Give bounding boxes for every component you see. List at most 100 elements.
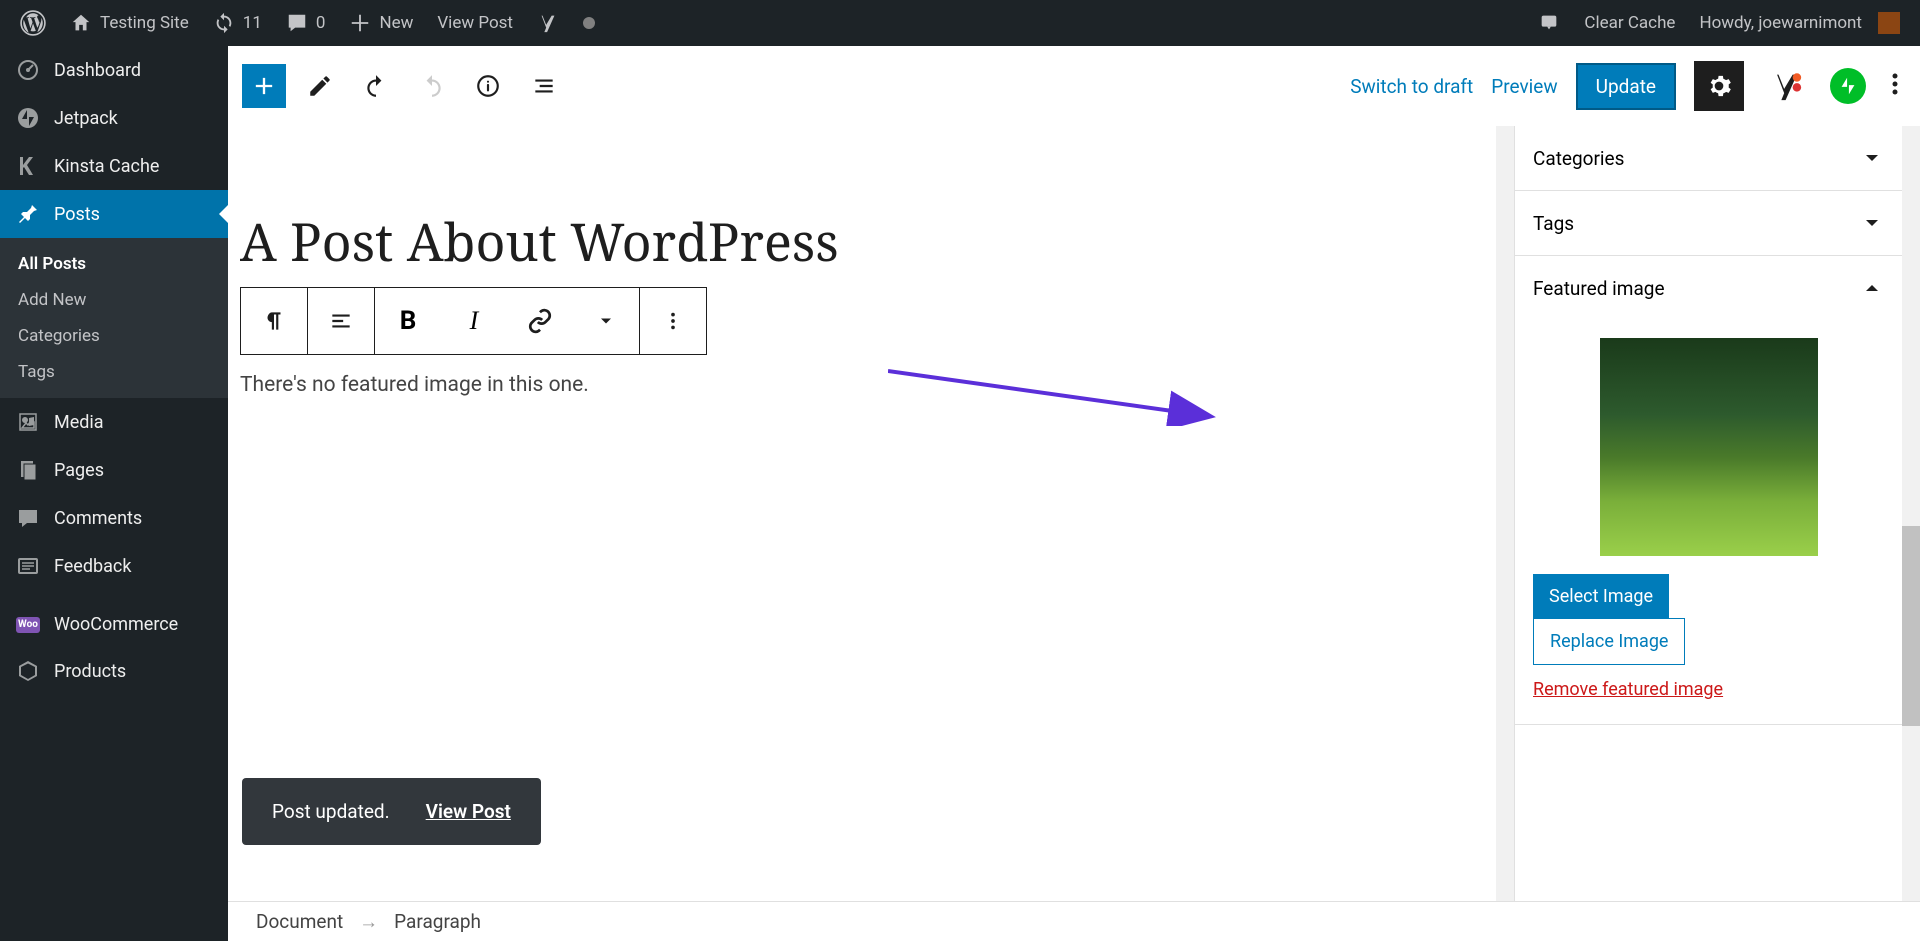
snackbar-notice: Post updated. View Post (242, 778, 541, 845)
featured-image-thumbnail[interactable] (1600, 338, 1818, 556)
jetpack-button[interactable] (1830, 68, 1866, 104)
block-type-button[interactable] (241, 288, 307, 354)
replace-image-button[interactable]: Replace Image (1533, 618, 1685, 665)
sidebar-item-comments[interactable]: Comments (0, 494, 228, 542)
breadcrumb-document[interactable]: Document (256, 910, 343, 933)
new-label: New (379, 13, 413, 33)
categories-panel-toggle[interactable]: Categories (1515, 126, 1902, 190)
sidebar-item-pages[interactable]: Pages (0, 446, 228, 494)
howdy-text: Howdy, joewarnimont (1699, 13, 1862, 33)
more-vertical-icon (1892, 71, 1898, 97)
link-icon (527, 308, 553, 334)
new-content-menu[interactable]: New (337, 0, 425, 46)
admin-bar: Testing Site 11 0 New View Post Clear Ca… (0, 0, 1920, 46)
editor-canvas[interactable]: A Post About WordPress B I (228, 126, 1496, 901)
sidebar-item-label: Comments (54, 508, 142, 529)
featured-image-panel-body: Select Image Replace Image Remove featur… (1515, 320, 1902, 724)
block-breadcrumb: Document → Paragraph (228, 901, 1920, 941)
link-button[interactable] (507, 288, 573, 354)
featured-image-panel-toggle[interactable]: Featured image (1515, 256, 1902, 320)
canvas-scrollbar[interactable] (1496, 126, 1514, 901)
updates-menu[interactable]: 11 (201, 0, 274, 46)
posts-submenu: All Posts Add New Categories Tags (0, 238, 228, 398)
sidebar-item-woocommerce[interactable]: Woo WooCommerce (0, 602, 228, 647)
site-name: Testing Site (100, 13, 189, 33)
breadcrumb-separator-icon: → (359, 910, 378, 934)
comments-icon (16, 506, 40, 530)
dashboard-icon (16, 58, 40, 82)
comments-count: 0 (316, 13, 326, 33)
bold-button[interactable]: B (375, 288, 441, 354)
comments-menu[interactable]: 0 (274, 0, 338, 46)
bell-icon (1538, 12, 1560, 34)
plus-icon (250, 72, 278, 100)
yoast-button[interactable] (1762, 61, 1812, 111)
sidebar-item-label: Pages (54, 460, 104, 481)
updates-count: 11 (243, 13, 262, 33)
sidebar-item-label: Products (54, 661, 126, 682)
align-button[interactable] (308, 288, 374, 354)
sidebar-item-products[interactable]: Products (0, 647, 228, 695)
block-editor: Switch to draft Preview Update A Po (228, 46, 1920, 941)
status-indicator[interactable] (571, 0, 607, 46)
tags-panel-toggle[interactable]: Tags (1515, 191, 1902, 255)
sidebar-item-dashboard[interactable]: Dashboard (0, 46, 228, 94)
settings-button[interactable] (1694, 61, 1744, 111)
comment-icon (286, 12, 308, 34)
settings-sidebar: Categories Tags Featured image (1514, 126, 1902, 901)
switch-to-draft-button[interactable]: Switch to draft (1350, 75, 1473, 98)
plus-icon (349, 12, 371, 34)
sidebar-item-jetpack[interactable]: Jetpack (0, 94, 228, 142)
home-icon (70, 12, 92, 34)
redo-button[interactable] (410, 64, 454, 108)
italic-button[interactable]: I (441, 288, 507, 354)
submenu-categories[interactable]: Categories (0, 318, 228, 354)
sidebar-item-feedback[interactable]: Feedback (0, 542, 228, 590)
submenu-tags[interactable]: Tags (0, 354, 228, 390)
info-button[interactable] (466, 64, 510, 108)
yoast-admin-bar[interactable] (525, 0, 571, 46)
snackbar-action-link[interactable]: View Post (426, 800, 511, 823)
my-account-menu[interactable]: Howdy, joewarnimont (1687, 0, 1912, 46)
wp-logo-menu[interactable] (8, 0, 58, 46)
more-options-button[interactable] (1884, 63, 1906, 109)
view-post-link[interactable]: View Post (425, 0, 525, 46)
remove-featured-image-link[interactable]: Remove featured image (1533, 679, 1723, 700)
editor-header: Switch to draft Preview Update (228, 46, 1920, 126)
paragraph-block[interactable]: There's no featured image in this one. (240, 373, 1480, 397)
more-formatting-button[interactable] (573, 288, 639, 354)
select-image-button[interactable]: Select Image (1533, 574, 1669, 619)
sidebar-item-label: Posts (54, 204, 100, 225)
site-name-menu[interactable]: Testing Site (58, 0, 201, 46)
sidebar-item-media[interactable]: Media (0, 398, 228, 446)
pencil-icon (307, 73, 333, 99)
add-block-button[interactable] (242, 64, 286, 108)
sidebar-item-label: Jetpack (54, 108, 118, 129)
list-icon (531, 73, 557, 99)
clear-cache-button[interactable]: Clear Cache (1572, 0, 1687, 46)
panel-title: Tags (1533, 212, 1574, 235)
refresh-icon (213, 12, 235, 34)
outline-button[interactable] (522, 64, 566, 108)
redo-icon (419, 73, 445, 99)
preview-button[interactable]: Preview (1491, 75, 1557, 98)
undo-button[interactable] (354, 64, 398, 108)
status-dot-icon (583, 17, 595, 29)
notifications-menu[interactable] (1526, 0, 1572, 46)
sidebar-item-label: Media (54, 412, 104, 433)
chevron-down-icon (1860, 211, 1884, 235)
pin-icon (16, 202, 40, 226)
submenu-add-new[interactable]: Add New (0, 282, 228, 318)
tools-button[interactable] (298, 64, 342, 108)
breadcrumb-block[interactable]: Paragraph (394, 910, 481, 933)
submenu-all-posts[interactable]: All Posts (0, 246, 228, 282)
sidebar-item-posts[interactable]: Posts (0, 190, 228, 238)
settings-scrollbar[interactable] (1902, 126, 1920, 901)
sidebar-item-kinsta[interactable]: Kinsta Cache (0, 142, 228, 190)
post-title[interactable]: A Post About WordPress (240, 206, 1480, 277)
chevron-up-icon (1860, 276, 1884, 300)
admin-sidebar: Dashboard Jetpack Kinsta Cache Posts All… (0, 46, 228, 941)
block-more-button[interactable] (640, 288, 706, 354)
update-button[interactable]: Update (1576, 63, 1676, 110)
sidebar-item-label: Feedback (54, 556, 131, 577)
